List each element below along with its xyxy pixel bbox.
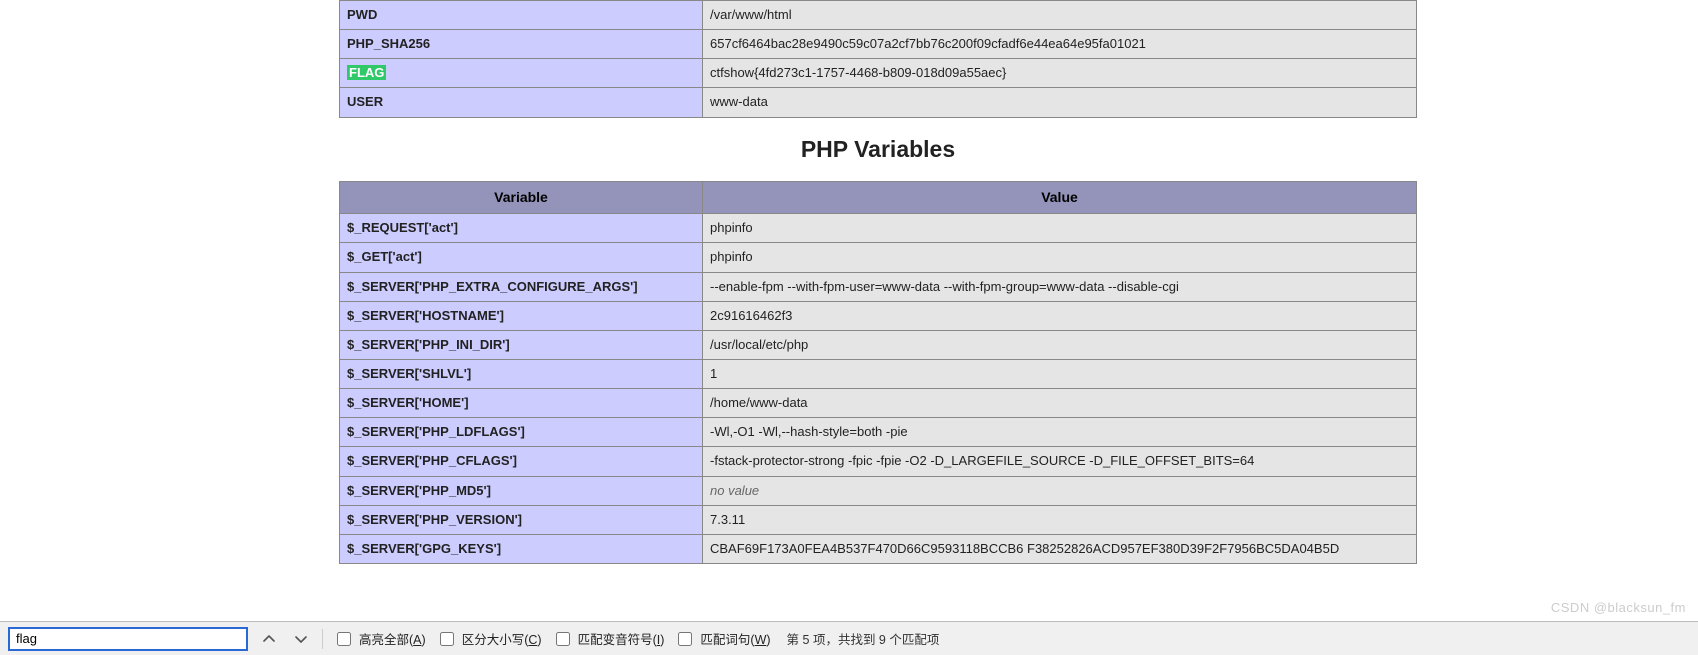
match-diacritics-text: 匹配变音符号(I) bbox=[578, 629, 665, 648]
var-value-cell: -fstack-protector-strong -fpic -fpie -O2… bbox=[703, 447, 1417, 476]
table-row: $_SERVER['PHP_INI_DIR']/usr/local/etc/ph… bbox=[340, 330, 1417, 359]
match-diacritics-checkbox-label[interactable]: 匹配变音符号(I) bbox=[552, 629, 665, 649]
match-diacritics-checkbox[interactable] bbox=[556, 632, 570, 646]
var-value-cell: 7.3.11 bbox=[703, 505, 1417, 534]
var-key-cell: $_SERVER['GPG_KEYS'] bbox=[340, 534, 703, 563]
env-key-cell: FLAG bbox=[340, 59, 703, 88]
var-key-cell: $_SERVER['SHLVL'] bbox=[340, 359, 703, 388]
find-prev-button[interactable] bbox=[258, 628, 280, 650]
table-row: PWD/var/www/html bbox=[340, 1, 1417, 30]
table-row: USERwww-data bbox=[340, 88, 1417, 117]
var-value-cell: no value bbox=[703, 476, 1417, 505]
table-row: $_GET['act']phpinfo bbox=[340, 243, 1417, 272]
var-key-cell: $_SERVER['PHP_EXTRA_CONFIGURE_ARGS'] bbox=[340, 272, 703, 301]
whole-words-text: 匹配词句(W) bbox=[700, 629, 770, 648]
col-header-variable: Variable bbox=[340, 181, 703, 214]
highlight-all-text: 高亮全部(A) bbox=[359, 629, 426, 648]
var-key-cell: $_SERVER['PHP_VERSION'] bbox=[340, 505, 703, 534]
env-key-cell: PWD bbox=[340, 1, 703, 30]
whole-words-checkbox-label[interactable]: 匹配词句(W) bbox=[674, 629, 770, 649]
table-header-row: Variable Value bbox=[340, 181, 1417, 214]
find-status-text: 第 5 项，共找到 9 个匹配项 bbox=[787, 629, 940, 648]
env-value-cell: /var/www/html bbox=[703, 1, 1417, 30]
table-row: $_SERVER['SHLVL']1 bbox=[340, 359, 1417, 388]
var-key-cell: $_GET['act'] bbox=[340, 243, 703, 272]
table-row: FLAG ctfshow{4fd273c1-1757-4468-b809-018d… bbox=[340, 59, 1417, 88]
var-key-cell: $_SERVER['HOME'] bbox=[340, 389, 703, 418]
highlight-all-checkbox[interactable] bbox=[337, 632, 351, 646]
var-value-cell: 1 bbox=[703, 359, 1417, 388]
table-row: $_SERVER['GPG_KEYS']CBAF69F173A0FEA4B537… bbox=[340, 534, 1417, 563]
search-highlight: FLAG bbox=[347, 65, 386, 80]
env-key-cell: PHP_SHA256 bbox=[340, 30, 703, 59]
divider bbox=[322, 629, 323, 649]
col-header-value: Value bbox=[703, 181, 1417, 214]
var-value-cell: /usr/local/etc/php bbox=[703, 330, 1417, 359]
env-key-cell: USER bbox=[340, 88, 703, 117]
table-row: $_SERVER['PHP_MD5']no value bbox=[340, 476, 1417, 505]
env-value-cell: 657cf6464bac28e9490c59c07a2cf7bb76c200f0… bbox=[703, 30, 1417, 59]
var-value-cell: phpinfo bbox=[703, 243, 1417, 272]
find-input[interactable] bbox=[8, 627, 248, 651]
find-next-button[interactable] bbox=[290, 628, 312, 650]
var-value-cell: --enable-fpm --with-fpm-user=www-data --… bbox=[703, 272, 1417, 301]
match-case-text: 区分大小写(C) bbox=[462, 629, 542, 648]
find-bar: 高亮全部(A) 区分大小写(C) 匹配变音符号(I) 匹配词句(W) 第 5 项… bbox=[0, 621, 1698, 655]
var-value-cell: phpinfo bbox=[703, 214, 1417, 243]
var-value-cell: -Wl,-O1 -Wl,--hash-style=both -pie bbox=[703, 418, 1417, 447]
phpinfo-page: PWD/var/www/htmlPHP_SHA256657cf6464bac28… bbox=[0, 0, 1698, 655]
table-row: $_SERVER['HOME']/home/www-data bbox=[340, 389, 1417, 418]
var-value-cell: /home/www-data bbox=[703, 389, 1417, 418]
whole-words-checkbox[interactable] bbox=[678, 632, 692, 646]
var-key-cell: $_REQUEST['act'] bbox=[340, 214, 703, 243]
table-row: PHP_SHA256657cf6464bac28e9490c59c07a2cf7… bbox=[340, 30, 1417, 59]
env-value-cell: www-data bbox=[703, 88, 1417, 117]
var-key-cell: $_SERVER['HOSTNAME'] bbox=[340, 301, 703, 330]
match-case-checkbox-label[interactable]: 区分大小写(C) bbox=[436, 629, 542, 649]
var-key-cell: $_SERVER['PHP_LDFLAGS'] bbox=[340, 418, 703, 447]
var-value-cell: 2c91616462f3 bbox=[703, 301, 1417, 330]
chevron-up-icon bbox=[263, 633, 275, 645]
var-key-cell: $_SERVER['PHP_MD5'] bbox=[340, 476, 703, 505]
table-row: $_SERVER['PHP_EXTRA_CONFIGURE_ARGS']--en… bbox=[340, 272, 1417, 301]
section-title-php-variables: PHP Variables bbox=[339, 136, 1417, 163]
var-key-cell: $_SERVER['PHP_INI_DIR'] bbox=[340, 330, 703, 359]
match-case-checkbox[interactable] bbox=[440, 632, 454, 646]
php-variables-table: Variable Value $_REQUEST['act']phpinfo$_… bbox=[339, 181, 1417, 564]
highlight-all-checkbox-label[interactable]: 高亮全部(A) bbox=[333, 629, 426, 649]
table-row: $_SERVER['HOSTNAME']2c91616462f3 bbox=[340, 301, 1417, 330]
table-row: $_SERVER['PHP_LDFLAGS']-Wl,-O1 -Wl,--has… bbox=[340, 418, 1417, 447]
env-value-cell: ctfshow{4fd273c1-1757-4468-b809-018d09a5… bbox=[703, 59, 1417, 88]
table-row: $_SERVER['PHP_CFLAGS']-fstack-protector-… bbox=[340, 447, 1417, 476]
table-row: $_SERVER['PHP_VERSION']7.3.11 bbox=[340, 505, 1417, 534]
var-value-cell: CBAF69F173A0FEA4B537F470D66C9593118BCCB6… bbox=[703, 534, 1417, 563]
chevron-down-icon bbox=[295, 633, 307, 645]
content-wrapper: PWD/var/www/htmlPHP_SHA256657cf6464bac28… bbox=[339, 0, 1417, 564]
environment-table: PWD/var/www/htmlPHP_SHA256657cf6464bac28… bbox=[339, 0, 1417, 118]
watermark: CSDN @blacksun_fm bbox=[1551, 600, 1686, 615]
table-row: $_REQUEST['act']phpinfo bbox=[340, 214, 1417, 243]
var-key-cell: $_SERVER['PHP_CFLAGS'] bbox=[340, 447, 703, 476]
